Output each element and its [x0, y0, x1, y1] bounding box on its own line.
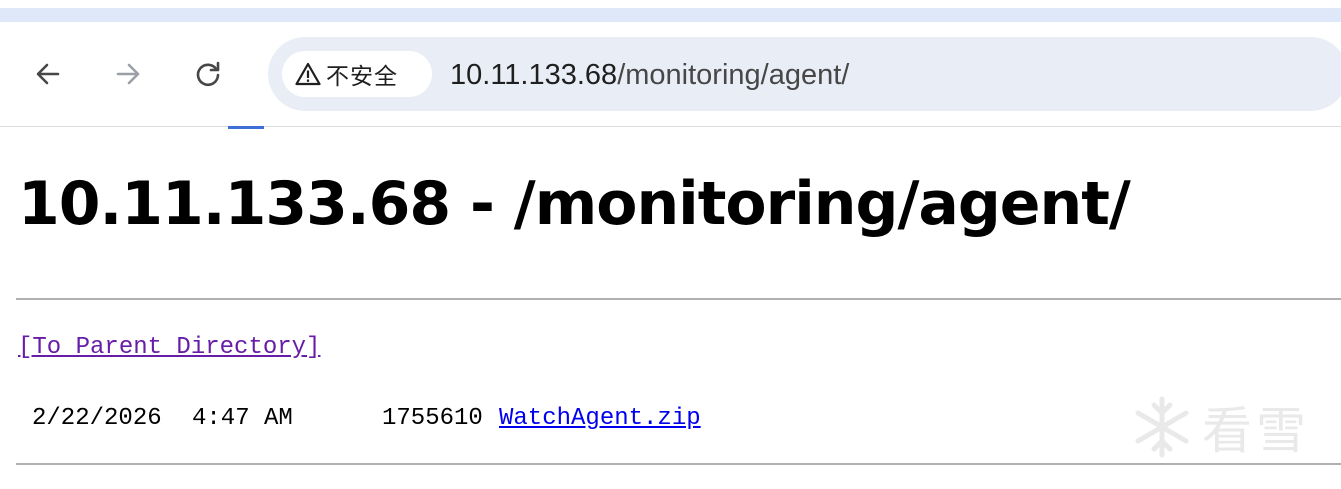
forward-button[interactable] [106, 52, 150, 96]
snowflake-icon [1135, 396, 1189, 458]
entry-time: 4:47 AM [192, 405, 293, 432]
back-button[interactable] [26, 52, 70, 96]
address-bar-url[interactable]: 10.11.133.68/monitoring/agent/ [450, 55, 849, 95]
window-frame [0, 0, 1341, 8]
arrow-left-icon [36, 63, 60, 85]
url-path: /monitoring/agent/ [617, 59, 850, 91]
divider-bottom [16, 463, 1341, 465]
watermark: 看雪 [1130, 392, 1330, 462]
watermark-text: 看雪 [1202, 402, 1310, 460]
entry-size: 1755610 [382, 405, 483, 432]
entry-date: 2/22/2026 [32, 405, 162, 432]
warning-triangle-icon [294, 60, 322, 88]
reload-button[interactable] [186, 52, 230, 96]
parent-directory-link[interactable]: [To Parent Directory] [18, 334, 320, 361]
file-link[interactable]: WatchAgent.zip [499, 402, 701, 436]
loading-indicator [228, 126, 264, 129]
file-entry-row: 2/22/2026 4:47 AM 1755610 WatchAgent.zip [32, 402, 701, 436]
toolbar-divider [0, 126, 1341, 127]
page-title: 10.11.133.68 - /monitoring/agent/ [18, 169, 1131, 239]
security-chip[interactable]: 不安全 [282, 51, 432, 97]
url-host: 10.11.133.68 [450, 59, 618, 91]
reload-icon [196, 61, 220, 87]
arrow-right-icon [116, 63, 140, 85]
divider-top [16, 298, 1341, 300]
security-label: 不安全 [326, 64, 398, 90]
